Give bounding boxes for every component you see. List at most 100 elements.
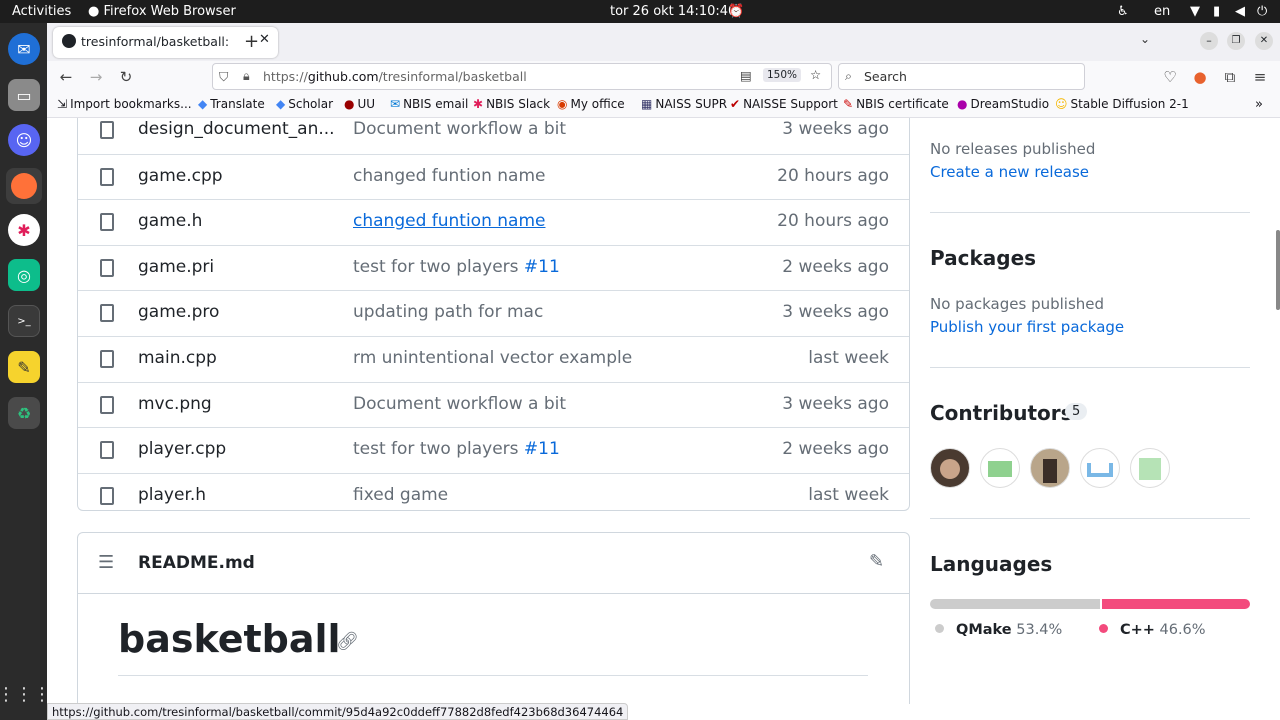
maximize-icon[interactable]: ❐	[1227, 32, 1245, 50]
file-name[interactable]: player.h	[138, 485, 206, 505]
outline-list-icon[interactable]: ☰	[98, 552, 114, 573]
tracking-shield-icon[interactable]: ⛉	[219, 69, 228, 85]
clock[interactable]: tor 26 okt 14:10:40	[610, 4, 736, 19]
language-indicator[interactable]: en	[1154, 4, 1170, 19]
commit-message[interactable]: test for two players #11	[353, 257, 560, 277]
bookmark-item[interactable]: ◆ Scholar	[276, 97, 333, 111]
bookmark-item[interactable]: ● UU	[344, 97, 375, 111]
text-editor-icon[interactable]: ✎	[8, 351, 40, 383]
wifi-icon[interactable]: ▼	[1190, 4, 1200, 19]
file-name[interactable]: game.h	[138, 211, 202, 231]
power-icon[interactable]: ⏻	[1257, 4, 1267, 19]
contributor-avatar[interactable]	[1130, 448, 1170, 488]
more-bookmarks-icon[interactable]: »	[1255, 97, 1263, 112]
bookmark-star-icon[interactable]: ☆	[810, 67, 821, 82]
grid-icon: ▦	[641, 97, 653, 111]
duckduckgo-icon[interactable]: ●	[1190, 67, 1210, 87]
file-name[interactable]: game.pri	[138, 257, 214, 277]
lock-icon[interactable]: 🔒︎	[243, 68, 250, 84]
language-name[interactable]: QMake	[956, 622, 1012, 638]
bookmark-item[interactable]: ⇲ Import bookmarks...	[57, 97, 192, 111]
commit-message[interactable]: updating path for mac	[353, 302, 543, 322]
app-menu-icon[interactable]: ≡	[1250, 67, 1270, 87]
file-row[interactable]: design_document_an... Document workflow a…	[78, 118, 909, 154]
bookmark-item[interactable]: ▦ NAISS SUPR	[641, 97, 727, 111]
thunderbird-icon[interactable]: ✉	[8, 33, 40, 65]
list-tabs-icon[interactable]: ⌄	[1140, 32, 1150, 46]
zoom-level[interactable]: 150%	[763, 68, 802, 82]
search-bar[interactable]: ⌕ Search	[838, 63, 1085, 90]
bookmark-item[interactable]: ☺ Stable Diffusion 2-1	[1055, 97, 1189, 111]
file-row[interactable]: game.pri test for two players #11 2 weeks …	[78, 244, 909, 291]
file-row[interactable]: game.h changed funtion name 20 hours ago	[78, 199, 909, 245]
issue-link[interactable]: #11	[524, 439, 560, 459]
trash-icon[interactable]: ♻	[8, 397, 40, 429]
show-apps-icon[interactable]: ⋮⋮⋮	[0, 678, 51, 710]
element-icon[interactable]: ◎	[8, 259, 40, 291]
slack-icon[interactable]: ✱	[8, 214, 40, 246]
firefox-icon[interactable]	[6, 168, 42, 204]
file-row[interactable]: game.pro updating path for mac 3 weeks ago	[78, 290, 909, 336]
file-row[interactable]: game.cpp changed funtion name 20 hours ago	[78, 153, 909, 200]
back-icon[interactable]: ←	[56, 67, 76, 87]
new-tab-icon[interactable]: +	[244, 31, 259, 52]
pocket-icon[interactable]: ♡	[1160, 67, 1180, 87]
file-name[interactable]: mvc.png	[138, 394, 212, 414]
issue-link[interactable]: #11	[524, 257, 560, 277]
forward-icon[interactable]: →	[86, 67, 106, 87]
commit-message[interactable]: Document workflow a bit	[353, 119, 566, 139]
file-row[interactable]: mvc.png Document workflow a bit 3 weeks ag…	[78, 381, 909, 428]
file-name[interactable]: player.cpp	[138, 439, 226, 459]
file-name[interactable]: design_document_an...	[138, 119, 335, 139]
file-row[interactable]: main.cpp rm unintentional vector example l…	[78, 336, 909, 382]
language-name[interactable]: C++	[1120, 622, 1155, 638]
bookmark-item[interactable]: ◆ Translate	[198, 97, 265, 111]
commit-message[interactable]: changed funtion name	[353, 166, 545, 186]
file-name[interactable]: game.cpp	[138, 166, 223, 186]
contributor-avatar[interactable]	[980, 448, 1020, 488]
anchor-link-icon[interactable]: 🔗︎	[336, 631, 359, 652]
packages-heading[interactable]: Packages	[930, 246, 1036, 270]
terminal-icon[interactable]: >_	[8, 305, 40, 337]
bookmark-item[interactable]: ✎ NBIS certificate	[843, 97, 949, 111]
commit-message[interactable]: fixed game	[353, 485, 448, 505]
file-row[interactable]: player.cpp test for two players #11 2 week…	[78, 427, 909, 473]
extensions-icon[interactable]: ⧉	[1220, 67, 1240, 87]
contributor-avatar[interactable]	[1080, 448, 1120, 488]
bookmark-item[interactable]: ◉ My office	[557, 97, 625, 111]
accessibility-icon[interactable]: ♿	[1117, 4, 1129, 19]
commit-message[interactable]: Document workflow a bit	[353, 394, 566, 414]
commit-message[interactable]: test for two players #11	[353, 439, 560, 459]
volume-icon[interactable]: ◀	[1235, 4, 1245, 19]
close-window-icon[interactable]: ✕	[1255, 32, 1273, 50]
reload-icon[interactable]: ↻	[116, 67, 136, 87]
files-icon[interactable]: ▭	[8, 79, 40, 111]
repo-sidebar: No releases published Create a new relea…	[930, 118, 1250, 704]
discord-icon[interactable]: ☺	[8, 124, 40, 156]
readme-filename[interactable]: README.md	[138, 553, 255, 573]
publish-package-link[interactable]: Publish your first package	[930, 318, 1124, 336]
contributor-avatar[interactable]	[930, 448, 970, 488]
contributor-avatar[interactable]	[1030, 448, 1070, 488]
url-bar[interactable]: ⛉ 🔒︎ https://github.com/tresinformal/bas…	[212, 63, 832, 90]
file-name[interactable]: main.cpp	[138, 348, 217, 368]
close-tab-icon[interactable]: ✕	[259, 32, 270, 47]
system-top-bar: Activities ● Firefox Web Browser tor 26 …	[0, 0, 1280, 23]
commit-message[interactable]: rm unintentional vector example	[353, 348, 632, 368]
contributors-heading[interactable]: Contributors	[930, 401, 1073, 425]
app-menu[interactable]: ● Firefox Web Browser	[88, 4, 236, 19]
file-row[interactable]: player.h fixed game last week	[78, 472, 909, 519]
bookmark-item[interactable]: ✱ NBIS Slack	[473, 97, 550, 111]
file-name[interactable]: game.pro	[138, 302, 219, 322]
bookmark-item[interactable]: ● DreamStudio	[957, 97, 1049, 111]
commit-message[interactable]: changed funtion name	[353, 211, 545, 231]
minimize-icon[interactable]: –	[1200, 32, 1218, 50]
create-release-link[interactable]: Create a new release	[930, 163, 1089, 181]
page-scrollbar[interactable]	[1276, 230, 1280, 310]
bookmark-item[interactable]: ✔ NAISSE Support	[730, 97, 838, 111]
activities-button[interactable]: Activities	[12, 4, 71, 19]
microphone-icon[interactable]: ▮	[1213, 4, 1220, 19]
edit-pencil-icon[interactable]: ✎	[869, 551, 884, 572]
bookmark-item[interactable]: ✉ NBIS email	[390, 97, 468, 111]
reader-view-icon[interactable]: ▤	[740, 68, 752, 83]
